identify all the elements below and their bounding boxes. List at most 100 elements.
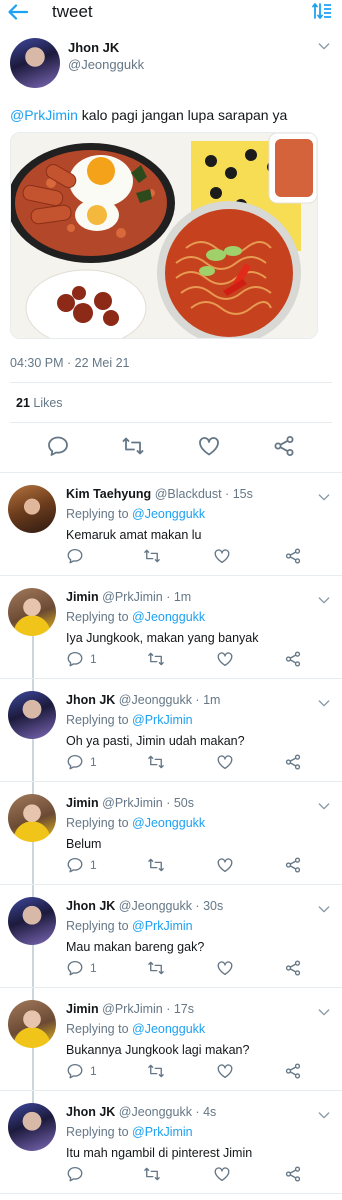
avatar[interactable]: [8, 691, 56, 739]
reply-author-name[interactable]: Jhon JK: [66, 899, 115, 913]
reply-author-name[interactable]: Jimin: [66, 1002, 99, 1016]
avatar[interactable]: [8, 897, 56, 945]
reply-icon[interactable]: [66, 856, 84, 874]
reply-author-name[interactable]: Jhon JK: [66, 693, 115, 707]
reply-icon[interactable]: [66, 753, 84, 771]
replying-to-link[interactable]: @Jeonggukk: [132, 1022, 205, 1036]
reply-author-handle[interactable]: @PrkJimin: [102, 590, 163, 604]
reply-tweet[interactable]: Jimin @PrkJimin · 1m Replying to @Jeonggu…: [0, 576, 342, 679]
chevron-down-icon[interactable]: [316, 38, 332, 54]
replying-to-link[interactable]: @PrkJimin: [132, 919, 193, 933]
reply-icon[interactable]: [66, 547, 84, 565]
avatar[interactable]: [8, 485, 56, 533]
reply-author-name[interactable]: Kim Taehyung: [66, 487, 151, 501]
reply-action[interactable]: [66, 547, 90, 565]
avatar[interactable]: [10, 38, 60, 88]
replying-to-link[interactable]: @PrkJimin: [132, 713, 193, 727]
share-icon[interactable]: [284, 650, 302, 668]
retweet-icon[interactable]: [147, 753, 165, 771]
reply-time: 15s: [232, 487, 253, 501]
reply-icon[interactable]: [66, 1062, 84, 1080]
likes-count[interactable]: 21 Likes: [0, 383, 342, 422]
reply-author-handle[interactable]: @PrkJimin: [102, 796, 163, 810]
chevron-down-icon[interactable]: [316, 1107, 332, 1123]
retweet-icon[interactable]: [143, 1165, 161, 1183]
reply-icon[interactable]: [46, 434, 70, 458]
sort-icon[interactable]: [312, 2, 332, 25]
retweet-icon[interactable]: [121, 434, 145, 458]
chevron-down-icon[interactable]: [316, 489, 332, 505]
share-icon[interactable]: [284, 753, 302, 771]
reply-author-handle[interactable]: @Jeonggukk: [119, 899, 192, 913]
replying-to-link[interactable]: @Jeonggukk: [132, 507, 205, 521]
reply-separator: ·: [191, 899, 204, 913]
share-icon[interactable]: [284, 1165, 302, 1183]
tweet-photo[interactable]: [10, 132, 318, 339]
heart-icon[interactable]: [216, 856, 234, 874]
reply-action[interactable]: 1: [66, 753, 97, 771]
chevron-down-icon[interactable]: [316, 592, 332, 608]
share-icon[interactable]: [284, 856, 302, 874]
author-name[interactable]: Jhon JK: [68, 40, 144, 55]
retweet-icon[interactable]: [147, 959, 165, 977]
retweet-icon[interactable]: [147, 1062, 165, 1080]
reply-tweet[interactable]: Kim Taehyung @Blackdust · 15s Replying to…: [0, 473, 342, 576]
chevron-down-icon[interactable]: [316, 695, 332, 711]
arrow-left-icon[interactable]: [8, 3, 30, 21]
reply-action[interactable]: 1: [66, 856, 97, 874]
reply-tweet[interactable]: Jimin @PrkJimin · 17s Replying to @Jeongg…: [0, 988, 342, 1091]
reply-tweet[interactable]: Jhon JK @Jeonggukk · 30s Replying to @Prk…: [0, 885, 342, 988]
reply-count: 1: [90, 961, 97, 975]
author-handle[interactable]: @Jeonggukk: [68, 57, 144, 72]
reply-action[interactable]: 1: [66, 650, 97, 668]
heart-icon[interactable]: [216, 650, 234, 668]
avatar[interactable]: [8, 1000, 56, 1048]
reply-action[interactable]: [66, 1165, 90, 1183]
avatar[interactable]: [8, 1103, 56, 1151]
mention-link[interactable]: @PrkJimin: [10, 107, 78, 123]
reply-author-name[interactable]: Jimin: [66, 796, 99, 810]
replies-list: Kim Taehyung @Blackdust · 15s Replying to…: [0, 473, 342, 1194]
reply-author-name[interactable]: Jimin: [66, 590, 99, 604]
reply-tweet[interactable]: Jhon JK @Jeonggukk · 4s Replying to @PrkJ…: [0, 1091, 342, 1194]
heart-icon[interactable]: [216, 959, 234, 977]
retweet-icon[interactable]: [143, 547, 161, 565]
chevron-down-icon[interactable]: [316, 1004, 332, 1020]
share-icon[interactable]: [284, 547, 302, 565]
heart-icon[interactable]: [216, 1062, 234, 1080]
avatar[interactable]: [8, 794, 56, 842]
replying-label: Replying to: [66, 713, 133, 727]
heart-icon[interactable]: [213, 547, 231, 565]
reply-action[interactable]: 1: [66, 1062, 97, 1080]
retweet-icon[interactable]: [147, 650, 165, 668]
reply-icon[interactable]: [66, 959, 84, 977]
reply-tweet[interactable]: Jimin @PrkJimin · 50s Replying to @Jeongg…: [0, 782, 342, 885]
share-icon[interactable]: [284, 1062, 302, 1080]
avatar[interactable]: [8, 588, 56, 636]
reply-text: Belum: [66, 837, 102, 851]
reply-author-handle[interactable]: @Blackdust: [155, 487, 222, 501]
replying-to-link[interactable]: @Jeonggukk: [132, 816, 205, 830]
heart-icon[interactable]: [213, 1165, 231, 1183]
food-photo-illustration: [11, 133, 317, 338]
share-icon[interactable]: [272, 434, 296, 458]
chevron-down-icon[interactable]: [316, 798, 332, 814]
main-tweet[interactable]: Jhon JK @Jeonggukk @PrkJimin kalo pagi j…: [0, 24, 342, 339]
heart-icon[interactable]: [216, 753, 234, 771]
replying-to-link[interactable]: @Jeonggukk: [132, 610, 205, 624]
retweet-icon[interactable]: [147, 856, 165, 874]
replying-to-link[interactable]: @PrkJimin: [132, 1125, 193, 1139]
reply-author-handle[interactable]: @PrkJimin: [102, 1002, 163, 1016]
reply-icon[interactable]: [66, 650, 84, 668]
reply-author-handle[interactable]: @Jeonggukk: [119, 693, 192, 707]
reply-separator: ·: [162, 796, 174, 810]
reply-author-handle[interactable]: @Jeonggukk: [119, 1105, 192, 1119]
chevron-down-icon[interactable]: [316, 901, 332, 917]
reply-icon[interactable]: [66, 1165, 84, 1183]
reply-action[interactable]: 1: [66, 959, 97, 977]
reply-tweet[interactable]: Jhon JK @Jeonggukk · 1m Replying to @PrkJ…: [0, 679, 342, 782]
reply-author-name[interactable]: Jhon JK: [66, 1105, 115, 1119]
reply-count: 1: [90, 755, 97, 769]
heart-icon[interactable]: [197, 434, 221, 458]
share-icon[interactable]: [284, 959, 302, 977]
